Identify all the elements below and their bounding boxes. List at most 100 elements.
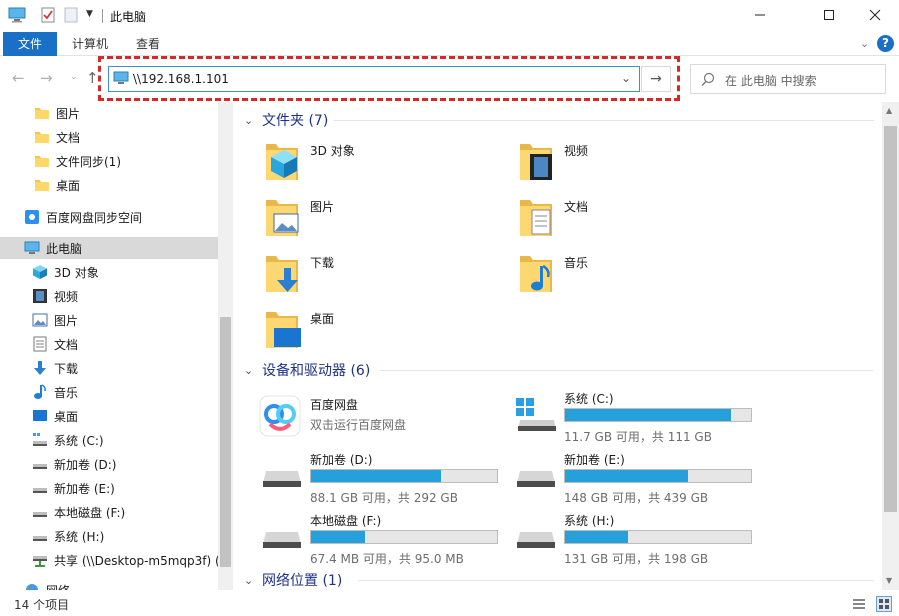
- drive-icon: [32, 432, 48, 448]
- sidebar-item-label: 此电脑: [46, 241, 83, 256]
- sidebar-item-pictures[interactable]: 图片: [34, 102, 80, 124]
- tab-computer[interactable]: 计算机: [60, 32, 120, 56]
- content-scrollbar[interactable]: ▲ ▼: [882, 102, 899, 590]
- sidebar-item-network-share[interactable]: 共享 (\\Desktop-m5mqp3f) (: [32, 549, 220, 571]
- group-divider: [334, 120, 874, 121]
- sidebar-item-desktop-2[interactable]: 桌面: [32, 405, 78, 427]
- folder-tile-videos[interactable]: 视频: [516, 140, 588, 187]
- scroll-down-icon[interactable]: ▼: [886, 576, 892, 585]
- folder-label: 文档: [564, 200, 589, 214]
- drive-icon: [260, 530, 304, 555]
- sidebar-item-drive-c[interactable]: 系统 (C:): [32, 429, 104, 451]
- drive-tile-e[interactable]: 新加卷 (E:) 148 GB 可用，共 439 GB: [510, 451, 760, 505]
- baidu-netdisk-name: 百度网盘: [310, 398, 359, 412]
- window-title: 此电脑: [110, 10, 147, 24]
- close-button[interactable]: [852, 0, 898, 30]
- drive-tile-f[interactable]: 本地磁盘 (F:) 67.4 MB 可用，共 95.0 MB: [256, 512, 506, 566]
- drive-tile-d[interactable]: 新加卷 (D:) 88.1 GB 可用，共 292 GB: [256, 451, 506, 505]
- sidebar-item-videos[interactable]: 视频: [32, 285, 78, 307]
- sidebar-item-pictures-2[interactable]: 图片: [32, 309, 78, 331]
- sidebar-item-file-sync[interactable]: 文件同步(1): [34, 150, 121, 172]
- tiles-view-icon[interactable]: [876, 596, 892, 612]
- address-dropdown-icon[interactable]: ⌄: [621, 71, 631, 85]
- folder-label: 桌面: [310, 312, 335, 326]
- drive-usage-bar: [564, 408, 752, 422]
- folder-tile-desktop[interactable]: 桌面: [262, 308, 334, 355]
- download-icon: [32, 360, 48, 376]
- group-header-network[interactable]: ⌄ 网络位置 (1): [244, 569, 342, 590]
- drive-free-space: 131 GB 可用，共 198 GB: [564, 552, 709, 566]
- sidebar-item-downloads[interactable]: 下载: [32, 357, 78, 379]
- sidebar-item-documents[interactable]: 文档: [34, 126, 80, 148]
- folder-label: 下载: [310, 256, 335, 270]
- chevron-down-icon[interactable]: ⌄: [244, 114, 258, 127]
- address-input[interactable]: \\192.168.1.101: [133, 72, 229, 86]
- sidebar-scrollbar-thumb[interactable]: [220, 317, 231, 567]
- minimize-button[interactable]: [737, 0, 783, 30]
- drive-icon: [32, 528, 48, 544]
- folder-tile-pictures[interactable]: 图片: [262, 196, 334, 243]
- sidebar-item-label: 本地磁盘 (F:): [54, 505, 126, 520]
- sidebar-item-this-pc[interactable]: 此电脑: [0, 237, 218, 259]
- up-arrow-icon[interactable]: ↑: [86, 69, 99, 87]
- search-box[interactable]: 在 此电脑 中搜索: [690, 64, 886, 94]
- group-header-label: 网络位置 (1): [262, 573, 343, 589]
- search-input[interactable]: 在 此电脑 中搜索: [725, 72, 817, 89]
- sidebar-item-label: 音乐: [54, 385, 79, 400]
- sidebar-scrollbar[interactable]: [218, 102, 233, 590]
- sidebar-item-drive-f[interactable]: 本地磁盘 (F:): [32, 501, 125, 523]
- status-bar: 14 个项目: [0, 592, 899, 616]
- maximize-button[interactable]: [806, 0, 852, 30]
- sidebar-item-label: 系统 (C:): [54, 433, 104, 448]
- drive-tile-c[interactable]: 系统 (C:) 11.7 GB 可用，共 111 GB: [510, 390, 760, 444]
- forward-arrow-icon[interactable]: →: [40, 69, 53, 87]
- drive-icon: [514, 530, 558, 555]
- sidebar-item-drive-d[interactable]: 新加卷 (D:): [32, 453, 116, 475]
- document-icon: [32, 336, 48, 352]
- group-header-devices[interactable]: ⌄ 设备和驱动器 (6): [244, 359, 370, 381]
- drive-free-space: 67.4 MB 可用，共 95.0 MB: [310, 552, 464, 566]
- folder-tile-music[interactable]: 音乐: [516, 252, 588, 299]
- drive-tile-h[interactable]: 系统 (H:) 131 GB 可用，共 198 GB: [510, 512, 760, 566]
- chevron-down-icon[interactable]: ⌄: [860, 37, 869, 50]
- folder-tile-3d-objects[interactable]: 3D 对象: [262, 140, 355, 187]
- sidebar-item-drive-e[interactable]: 新加卷 (E:): [32, 477, 115, 499]
- drive-usage-fill: [565, 470, 689, 482]
- sidebar-item-3d-objects[interactable]: 3D 对象: [32, 261, 99, 283]
- baidu-netdisk-tile[interactable]: 百度网盘 双击运行百度网盘: [258, 394, 406, 441]
- new-folder-icon[interactable]: [64, 7, 78, 26]
- folder-tile-documents[interactable]: 文档: [516, 196, 588, 243]
- sidebar-item-documents-2[interactable]: 文档: [32, 333, 78, 355]
- group-divider: [380, 370, 874, 371]
- customize-toolbar-icon[interactable]: ▼: [86, 9, 93, 19]
- tab-view[interactable]: 查看: [124, 32, 172, 56]
- content-pane: ⌄ 文件夹 (7) 3D 对象 视频 图片 文档 下载 音乐 桌面 ⌄ 设备和驱…: [234, 102, 882, 590]
- address-bar[interactable]: \\192.168.1.101 ⌄: [108, 66, 640, 92]
- drive-usage-fill: [311, 531, 365, 543]
- help-icon[interactable]: ?: [877, 35, 894, 52]
- sidebar-item-desktop[interactable]: 桌面: [34, 174, 80, 196]
- recent-locations-icon[interactable]: ⌄: [70, 72, 78, 82]
- title-separator: [102, 9, 103, 23]
- chevron-down-icon[interactable]: ⌄: [244, 574, 258, 587]
- tab-file[interactable]: 文件: [3, 32, 57, 56]
- chevron-down-icon[interactable]: ⌄: [244, 364, 258, 377]
- go-button[interactable]: →: [641, 66, 671, 92]
- folder-tile-downloads[interactable]: 下载: [262, 252, 334, 299]
- back-arrow-icon[interactable]: ←: [12, 69, 25, 87]
- details-view-icon[interactable]: [852, 597, 866, 614]
- group-header-folders[interactable]: ⌄ 文件夹 (7): [244, 109, 328, 131]
- sidebar-item-baidu-sync[interactable]: 百度网盘同步空间: [24, 206, 142, 228]
- search-icon: [701, 72, 715, 89]
- content-scrollbar-thumb[interactable]: [884, 126, 897, 512]
- sidebar-item-network[interactable]: 网络: [24, 579, 70, 590]
- 3d-objects-folder-icon: [262, 140, 302, 187]
- sidebar-item-music[interactable]: 音乐: [32, 381, 78, 403]
- documents-folder-icon: [516, 196, 556, 243]
- scroll-up-icon[interactable]: ▲: [886, 106, 892, 115]
- sidebar-item-drive-h[interactable]: 系统 (H:): [32, 525, 104, 547]
- sidebar-item-label: 图片: [54, 313, 79, 328]
- title-bar: ▼ 此电脑: [0, 0, 899, 32]
- properties-icon[interactable]: [40, 7, 56, 26]
- computer-icon: [113, 71, 129, 89]
